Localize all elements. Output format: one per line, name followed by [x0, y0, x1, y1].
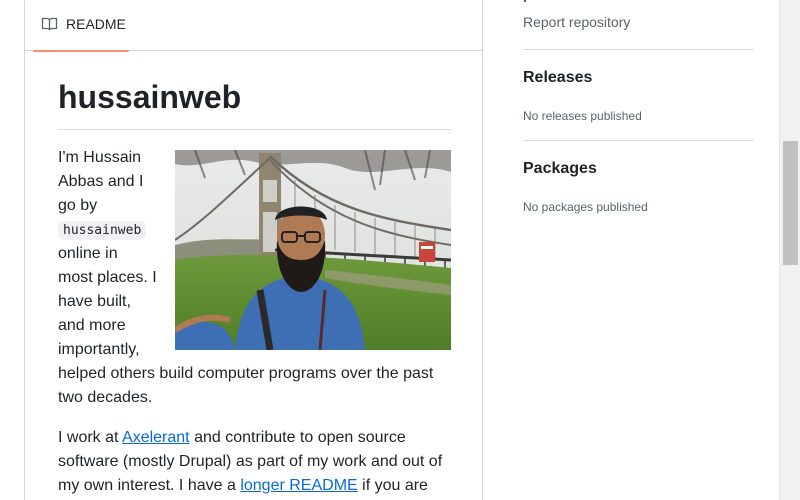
work-line-1: I work at Axelerant and contribute to op… [58, 426, 406, 450]
releases-heading[interactable]: Releases [523, 69, 592, 87]
active-tab-underline [33, 50, 129, 52]
readme-tabbar: README [25, 0, 482, 52]
flag-icon [524, 0, 530, 2]
intro-line-8: and more [58, 317, 126, 334]
work-text-d: my own interest. I have a [58, 477, 241, 494]
intro-line-9: importantly, [58, 341, 140, 358]
intro-line-10: helped others build computer programs ov… [58, 365, 434, 382]
book-icon [41, 17, 58, 31]
tab-readme[interactable]: README [33, 0, 129, 52]
username-code: hussainweb [58, 221, 147, 240]
work-line-3: my own interest. I have a longer README … [58, 474, 428, 498]
tab-readme-label: README [66, 16, 126, 32]
intro-line-3: go by [58, 197, 98, 214]
packages-heading[interactable]: Packages [523, 160, 597, 178]
intro-line-2: Abbas and I [58, 173, 144, 190]
work-text-a: I work at [58, 429, 123, 446]
axelerant-link[interactable]: Axelerant [122, 429, 190, 446]
readme-title: hussainweb [58, 79, 242, 115]
work-text-b: and contribute to open source [189, 429, 406, 446]
sidebar-divider-2 [523, 140, 754, 141]
scrollbar-thumb[interactable] [783, 141, 798, 265]
vertical-scrollbar[interactable] [779, 0, 800, 500]
readme-card: README hussainweb I'm Hussain Abbas and … [24, 0, 483, 500]
intro-line-7: have built, [58, 293, 131, 310]
intro-line-5: online in [58, 245, 118, 262]
work-text-e: if you are [357, 477, 428, 494]
report-repository-link[interactable]: Report repository [523, 14, 630, 30]
profile-photo [175, 150, 451, 350]
intro-line-1: I'm Hussain [58, 149, 142, 166]
work-line-2: software (mostly Drupal) as part of my w… [58, 453, 443, 470]
intro-line-11: two decades. [58, 389, 153, 406]
sidebar-divider-1 [523, 49, 754, 50]
intro-line-6: most places. I [58, 269, 157, 286]
intro-line-4: hussainweb [58, 218, 147, 243]
releases-note: No releases published [523, 109, 642, 123]
packages-note: No packages published [523, 200, 648, 214]
longer-readme-link[interactable]: longer README [240, 477, 357, 494]
title-divider [58, 129, 451, 130]
